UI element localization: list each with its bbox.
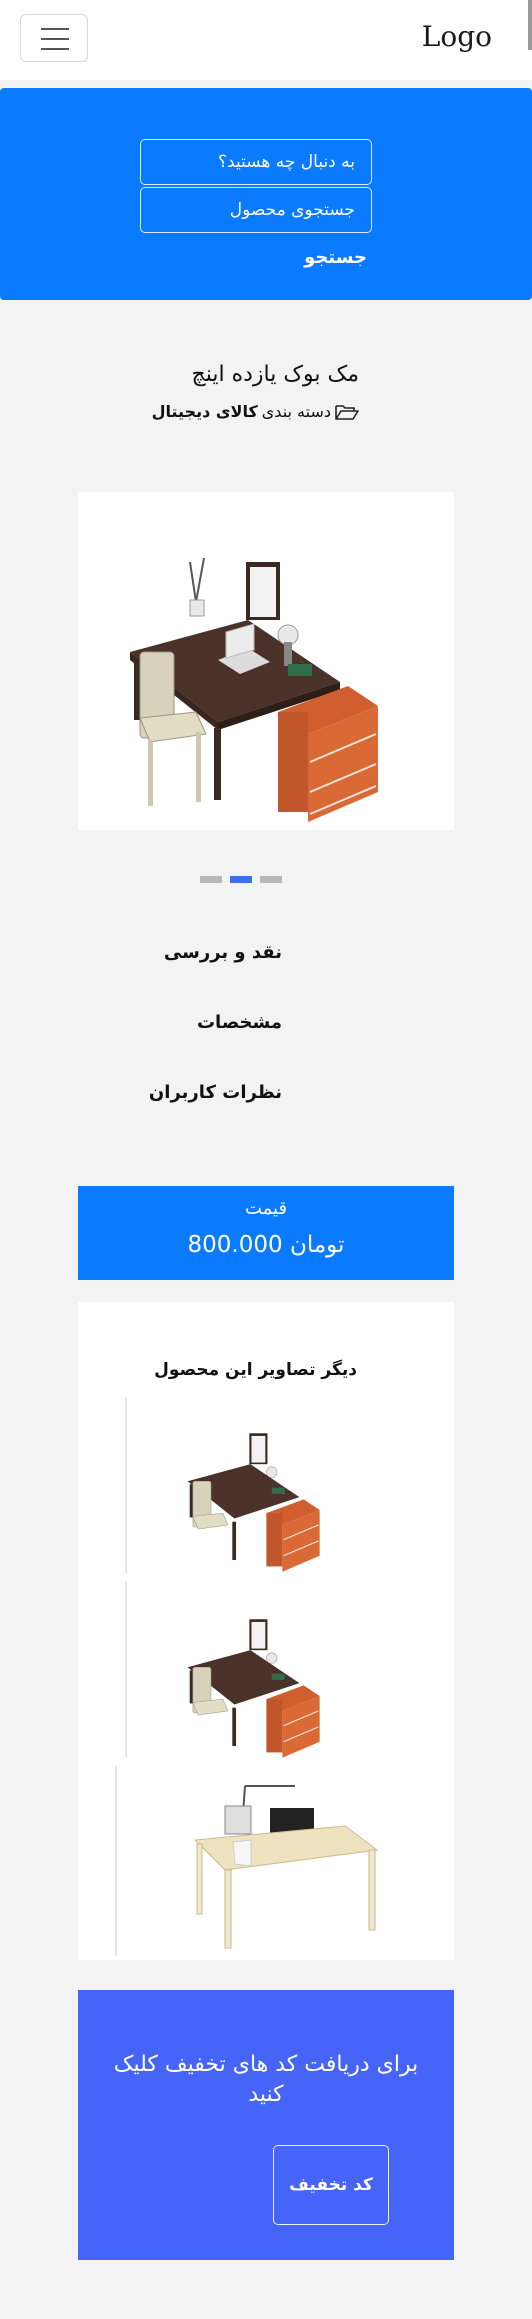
search-button[interactable]: جستجو: [304, 247, 367, 268]
gallery-thumbnail[interactable]: [125, 1766, 425, 1956]
wooden-desk-illustration: [193, 1785, 379, 1949]
folder-open-icon: [335, 404, 359, 420]
discount-banner: برای دریافت کد های تخفیف کلیک کنید کد تخ…: [78, 1990, 454, 2260]
product-search-input[interactable]: جستجوی محصول: [140, 187, 372, 233]
carousel-dot[interactable]: [200, 876, 222, 883]
desk-illustration: [130, 557, 378, 822]
category-value[interactable]: کالای دیجیتال: [152, 402, 258, 421]
gallery-thumbnail[interactable]: [130, 1396, 390, 1576]
carousel-dot-active[interactable]: [230, 876, 252, 883]
scrollbar[interactable]: [528, 0, 532, 50]
navbar: Logo: [0, 0, 532, 80]
search-input[interactable]: به دنبال چه هستید؟: [140, 139, 372, 185]
desk-thumbnail-illustration: [187, 1619, 320, 1758]
product-image: [78, 492, 454, 830]
product-category[interactable]: دسته بندی کالای دیجیتال: [152, 402, 359, 421]
menu-toggle-button[interactable]: [20, 14, 88, 62]
gallery-thumbnail[interactable]: [130, 1582, 390, 1762]
logo[interactable]: Logo: [422, 20, 492, 53]
price-box: قیمت 800.000 تومان: [78, 1186, 454, 1280]
discount-code-button[interactable]: کد تخفیف: [273, 2145, 389, 2225]
price-label: قیمت: [244, 1198, 288, 1219]
price-value: 800.000 تومان: [187, 1232, 345, 1258]
tab-specifications[interactable]: مشخصات: [197, 1012, 282, 1033]
hamburger-icon: [41, 28, 69, 30]
product-title: مک بوک یازده اینچ: [191, 362, 359, 387]
discount-text: برای دریافت کد های تخفیف کلیک کنید: [113, 2052, 419, 2107]
gallery-divider: [115, 1766, 117, 1956]
hamburger-icon-bar: [41, 38, 69, 40]
gallery-divider: [125, 1582, 127, 1758]
gallery-title: دیگر تصاویر این محصول: [154, 1360, 357, 1380]
tab-user-comments[interactable]: نظرات کاربران: [149, 1082, 282, 1103]
hamburger-icon-bar: [41, 48, 69, 50]
category-label: دسته بندی: [261, 402, 331, 421]
gallery-divider: [125, 1398, 127, 1574]
carousel-indicators: [200, 876, 284, 884]
desk-thumbnail-illustration: [187, 1433, 320, 1572]
tab-review[interactable]: نقد و بررسی: [164, 942, 282, 963]
carousel-dot[interactable]: [260, 876, 282, 883]
